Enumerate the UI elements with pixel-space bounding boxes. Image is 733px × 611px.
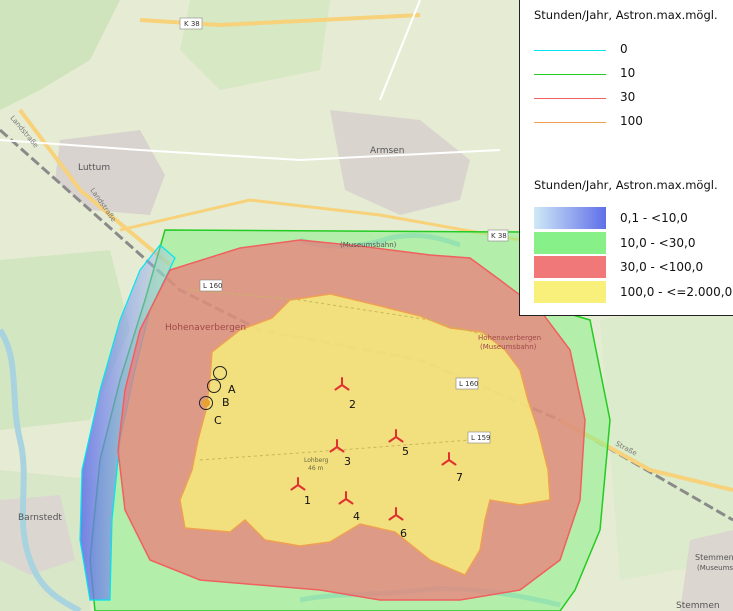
receptor-dot: [202, 399, 210, 407]
legend-area-label: 100,0 - <=2.000,0: [620, 285, 733, 299]
label-armsen: Armsen: [370, 146, 404, 156]
legend-isoline-row: 30: [534, 90, 724, 106]
road-label-l160-a: L 160: [199, 279, 223, 292]
turbine-label: 3: [344, 455, 351, 468]
turbine-label: 6: [400, 527, 407, 540]
legend-isoline-label: 10: [620, 66, 636, 80]
turbine-label: 4: [353, 510, 360, 523]
label-hohen-right-museum: (Museumsbahn): [480, 343, 537, 351]
legend-area-swatch: [534, 207, 606, 229]
legend-area-row: 30,0 - <100,0: [534, 256, 724, 278]
svg-text:K 38: K 38: [491, 232, 507, 240]
legend-area-label: 0,1 - <10,0: [620, 211, 688, 225]
legend-isoline-row: 100: [534, 114, 724, 130]
road-label-l159: L 159: [467, 431, 491, 444]
legend-isoline-label: 30: [620, 90, 636, 104]
legend-isoline-swatch: [534, 98, 606, 99]
label-hohen-right: Hohenaverbergen: [478, 334, 541, 342]
road-label-l160-b: L 160: [455, 377, 479, 390]
legend-isoline-row: 10: [534, 66, 724, 82]
road-label-k38-right: K 38: [487, 229, 509, 242]
turbine-label: 2: [349, 398, 356, 411]
label-stemmen: Stemmen: [695, 553, 733, 562]
legend-areas-title: Stunden/Jahr, Astron.max.mögl.: [534, 178, 718, 192]
legend-isoline-label: 0: [620, 42, 628, 56]
legend-isoline-swatch: [534, 50, 606, 51]
legend-isolines-title: Stunden/Jahr, Astron.max.mögl.: [534, 8, 718, 22]
label-hill-name: Lohberg: [304, 457, 329, 464]
legend-isoline-swatch: [534, 122, 606, 123]
legend-area-row: 100,0 - <=2.000,0: [534, 281, 732, 303]
turbine-label: 7: [456, 471, 463, 484]
turbine-label: 1: [304, 494, 311, 507]
legend-isoline-label: 100: [620, 114, 643, 128]
legend-area-label: 10,0 - <30,0: [620, 236, 696, 250]
label-hohenaverbergen: Hohenaverbergen: [165, 323, 246, 333]
legend-area-swatch: [534, 256, 606, 278]
svg-text:L 160: L 160: [203, 282, 223, 290]
label-luttum: Luttum: [78, 163, 110, 173]
legend-area-swatch: [534, 232, 606, 254]
road-label-k38-top: K 38: [179, 17, 203, 30]
label-stemmen-bottom: Stemmen: [676, 601, 720, 611]
label-armsen-museum: (Museumsbahn): [340, 241, 397, 249]
svg-text:K 38: K 38: [184, 20, 200, 28]
label-hill-elevation: 46 m: [308, 465, 324, 472]
legend-area-row: 0,1 - <10,0: [534, 207, 724, 229]
legend-isoline-swatch: [534, 74, 606, 75]
legend-area-swatch: [534, 281, 606, 303]
legend: Stunden/Jahr, Astron.max.mögl. 0 10 30 100 …: [519, 0, 733, 316]
turbine-label: 5: [402, 445, 409, 458]
receptor-label: B: [222, 396, 230, 409]
legend-area-row: 10,0 - <30,0: [534, 232, 724, 254]
receptor-label: C: [214, 414, 222, 427]
label-barnstedt: Barnstedt: [18, 513, 62, 523]
legend-isoline-row: 0: [534, 42, 724, 58]
label-stemmen-museum: (Museumsb: [697, 564, 733, 572]
svg-text:L 160: L 160: [459, 380, 479, 388]
svg-text:L 159: L 159: [471, 434, 491, 442]
receptor-label: A: [228, 383, 236, 396]
legend-area-label: 30,0 - <100,0: [620, 260, 704, 274]
